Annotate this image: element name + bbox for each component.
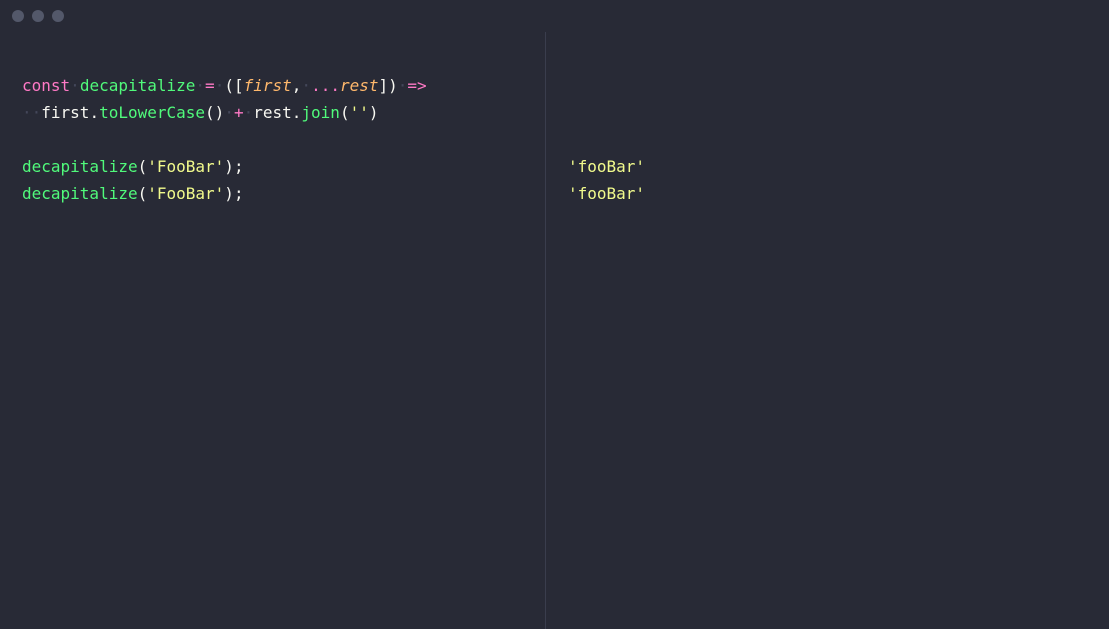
editor-pane[interactable]: const·decapitalize·=·([first,·...rest])·… (0, 32, 545, 629)
param-rest: rest (340, 76, 379, 95)
param-first: first (244, 76, 292, 95)
traffic-light-minimize-icon[interactable] (32, 10, 44, 22)
content-area: const·decapitalize·=·([first,·...rest])·… (0, 32, 1109, 629)
output-line-1: 'fooBar' (568, 153, 1109, 180)
output-pane: 'fooBar''fooBar' (545, 32, 1109, 629)
identifier-decapitalize: decapitalize (80, 76, 196, 95)
code-line-5: decapitalize('FooBar'); (22, 180, 545, 207)
method-tolowercase: toLowerCase (99, 103, 205, 122)
method-join: join (301, 103, 340, 122)
code-line-2: ··first.toLowerCase()·+·rest.join('') (22, 99, 545, 126)
output-line-2: 'fooBar' (568, 180, 1109, 207)
code-line-4: decapitalize('FooBar'); (22, 153, 545, 180)
traffic-light-close-icon[interactable] (12, 10, 24, 22)
code-line-3-blank (22, 126, 545, 153)
keyword-const: const (22, 76, 70, 95)
output-blank-lines (568, 72, 1109, 153)
traffic-light-maximize-icon[interactable] (52, 10, 64, 22)
code-line-1: const·decapitalize·=·([first,·...rest])·… (22, 72, 545, 99)
titlebar (0, 0, 1109, 32)
